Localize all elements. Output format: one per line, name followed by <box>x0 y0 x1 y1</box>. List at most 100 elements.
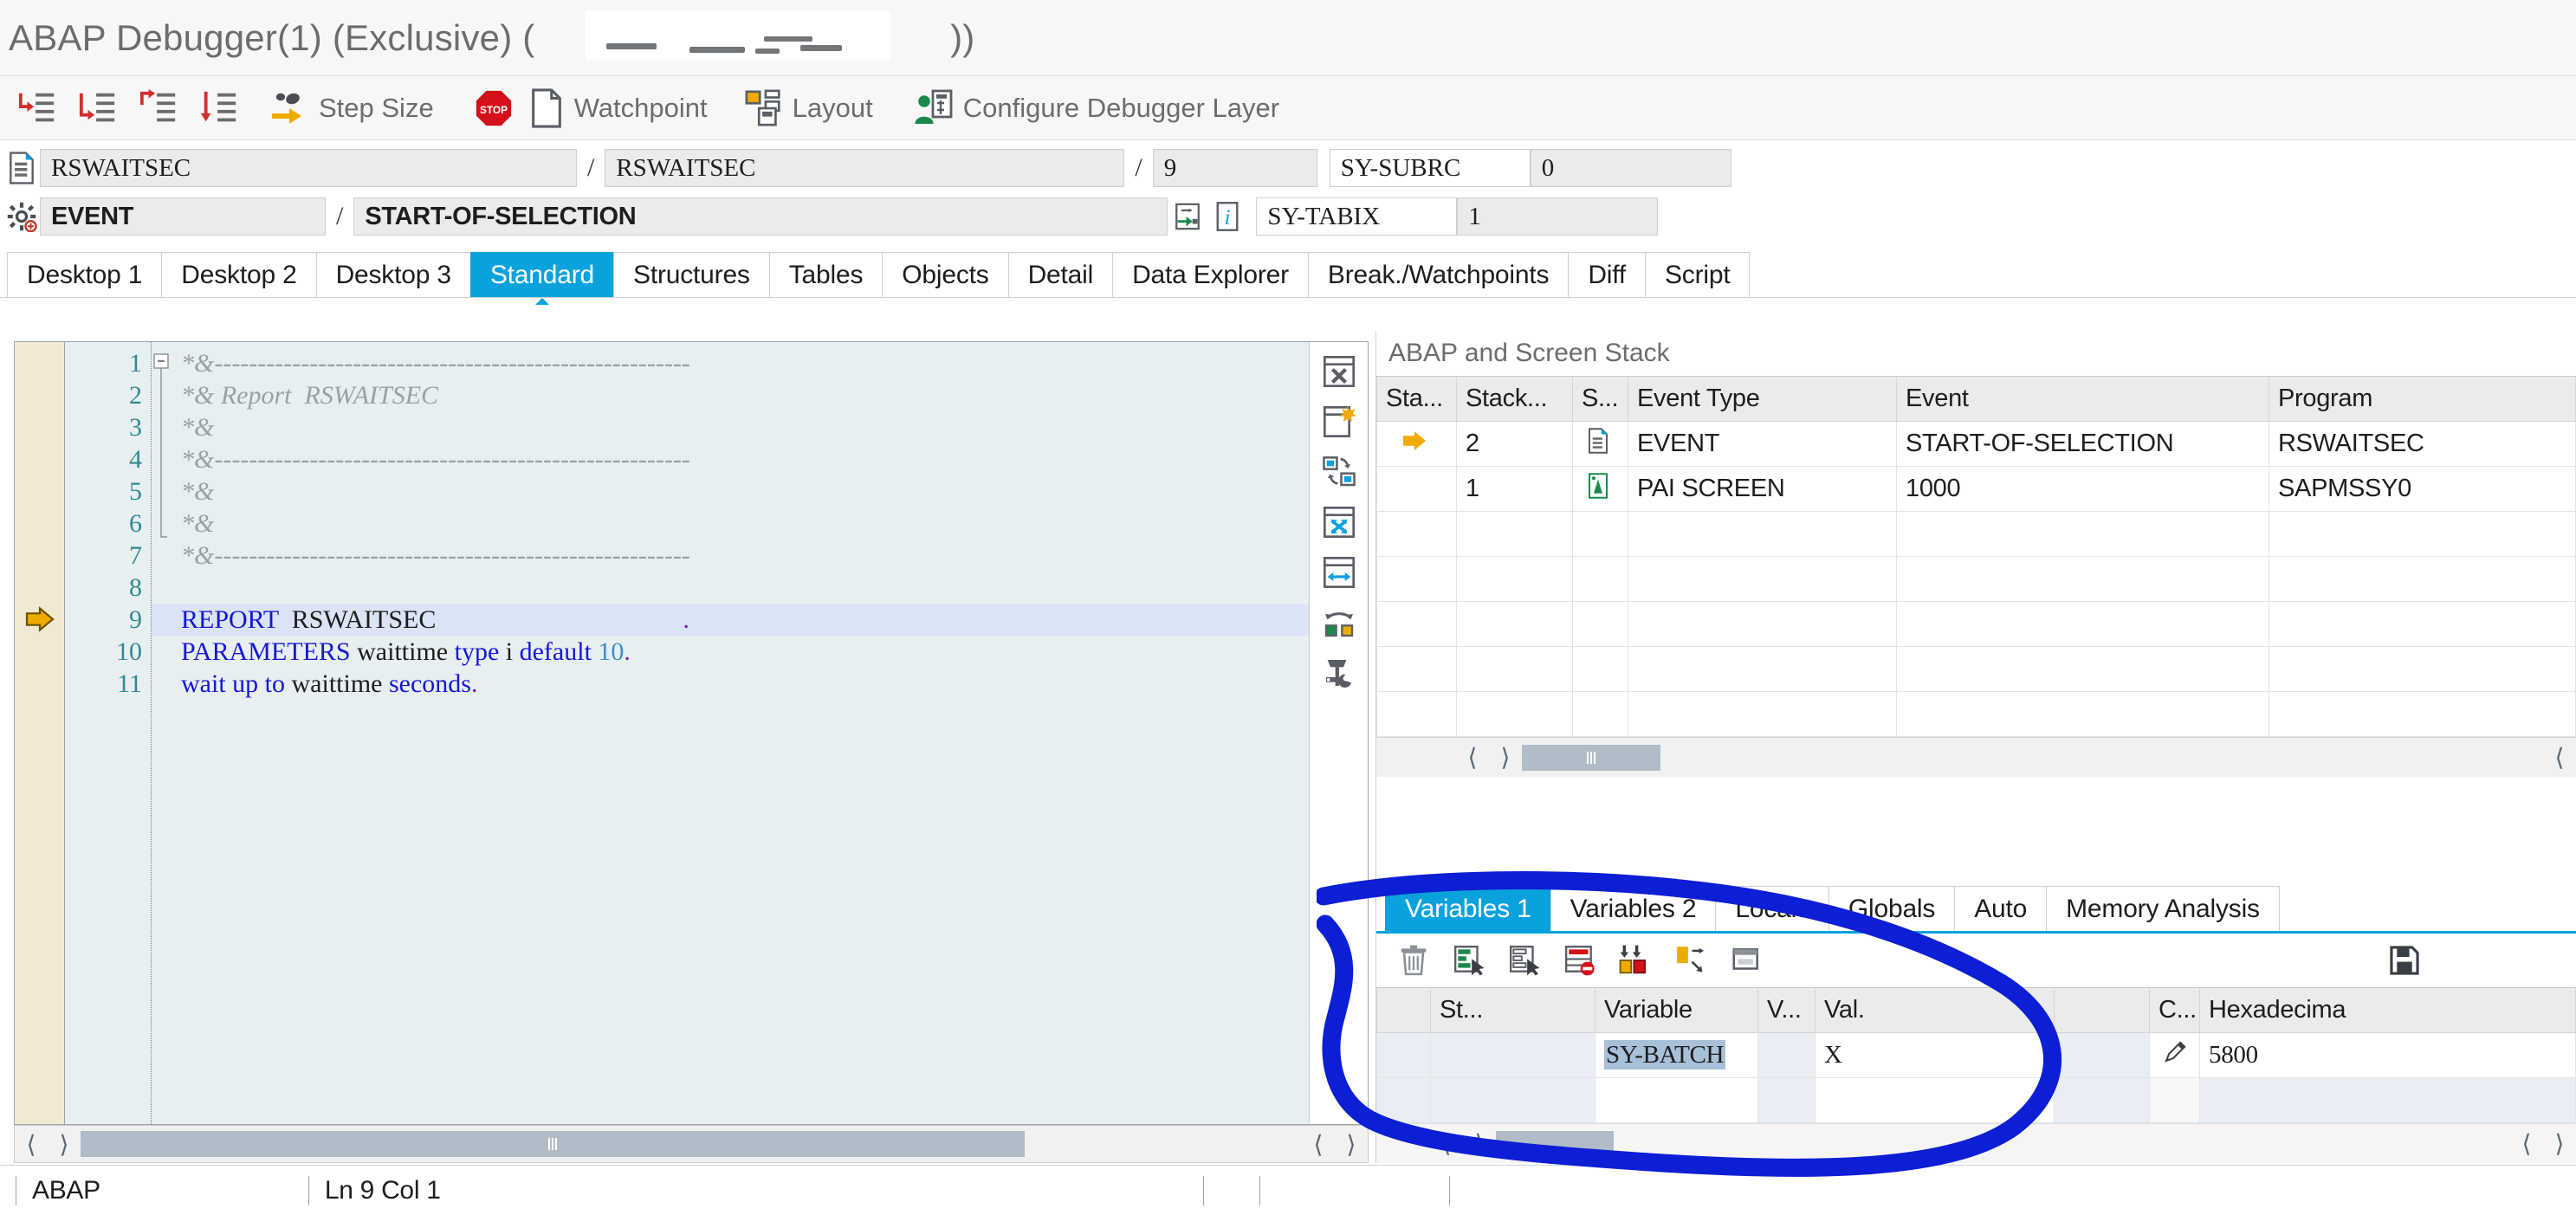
stack-scrollbar-track[interactable] <box>1522 744 2543 771</box>
var-col-hex[interactable]: Hexadecima <box>2199 987 2576 1033</box>
info-button[interactable]: i <box>1207 201 1247 232</box>
stack-col-event[interactable]: Event <box>1896 376 2269 422</box>
include-field[interactable]: RSWAITSEC <box>605 149 1125 187</box>
toggle-colors-icon[interactable] <box>1322 605 1356 640</box>
step-into-button[interactable] <box>7 82 68 134</box>
paste-icon[interactable] <box>1730 944 1763 977</box>
scrollbar-track[interactable] <box>81 1131 1302 1157</box>
resize-width-icon[interactable] <box>1322 555 1356 590</box>
configure-debugger-layer-button[interactable]: Configure Debugger Layer <box>883 82 1290 134</box>
swap-windows-icon[interactable] <box>1322 455 1356 489</box>
tab-standard[interactable]: Standard <box>469 252 615 305</box>
code-line[interactable] <box>152 572 1309 604</box>
stack-col-event-type[interactable]: Event Type <box>1628 376 1897 422</box>
scroll-right-icon[interactable]: ⟩ <box>48 1130 81 1159</box>
tab-structures[interactable]: Structures <box>613 252 770 297</box>
stack-col-stack[interactable]: Stack... <box>1456 376 1573 422</box>
sort-icon[interactable] <box>1619 944 1652 977</box>
code-line[interactable]: *& <box>152 411 1309 443</box>
event-field[interactable]: START-OF-SELECTION <box>353 197 1168 236</box>
goto-button[interactable] <box>1168 202 1207 231</box>
code-line[interactable]: *& <box>152 475 1309 507</box>
code-line[interactable]: wait up to waittime seconds. <box>152 668 1309 700</box>
scroll-page-left-icon[interactable]: ⟨ <box>1302 1130 1335 1159</box>
stack-scroll-page-left-icon[interactable]: ⟨ <box>2543 743 2576 772</box>
new-window-icon[interactable] <box>1322 404 1356 439</box>
var-scroll-left-icon[interactable]: ⟨ <box>1430 1129 1463 1158</box>
scrollbar-thumb[interactable] <box>81 1131 1025 1157</box>
table-row[interactable] <box>1376 556 2576 602</box>
event-type-field[interactable]: EVENT <box>40 197 326 236</box>
var-scrollbar-thumb[interactable] <box>1496 1130 1614 1157</box>
var-scroll-page-right-icon[interactable]: ⟩ <box>2543 1129 2576 1158</box>
move-icon[interactable] <box>1674 944 1707 977</box>
table-row[interactable] <box>1376 1077 2576 1123</box>
stack-scroll-right-icon[interactable]: ⟩ <box>1489 743 1522 772</box>
watchpoint-button[interactable]: STOP Watchpoint <box>444 82 718 134</box>
table-row[interactable] <box>1376 691 2576 737</box>
var-scroll-right-icon[interactable]: ⟩ <box>1463 1129 1496 1158</box>
tab-locals[interactable]: Locals <box>1715 886 1829 931</box>
table-row[interactable]: 2 EVENT START-OF-SELECTION RSWAITSEC <box>1376 421 2576 467</box>
delete-icon[interactable] <box>1397 944 1430 977</box>
tab-desktop-2[interactable]: Desktop 2 <box>161 252 317 297</box>
tab-break-watchpoints[interactable]: Break./Watchpoints <box>1307 252 1570 297</box>
tab-script[interactable]: Script <box>1644 252 1751 297</box>
code-line[interactable]: REPORT RSWAITSEC . <box>152 604 1309 636</box>
var-cell-c-2[interactable] <box>2149 1077 2200 1123</box>
close-window-icon[interactable] <box>1322 354 1356 389</box>
code-text-area[interactable]: *&--------------------------------------… <box>152 342 1309 1124</box>
tab-data-explorer[interactable]: Data Explorer <box>1112 252 1309 297</box>
scroll-page-right-icon[interactable]: ⟩ <box>1335 1130 1368 1159</box>
editor-horizontal-scrollbar[interactable]: ⟨ ⟩ ⟨ ⟩ <box>14 1125 1369 1163</box>
tab-variables-2[interactable]: Variables 2 <box>1550 886 1717 931</box>
var-col-v[interactable]: V... <box>1757 987 1815 1033</box>
tab-diff[interactable]: Diff <box>1568 252 1646 297</box>
stack-col-status[interactable]: Sta... <box>1376 376 1457 422</box>
breakpoint-gutter[interactable] <box>15 342 65 1124</box>
step-over-button[interactable] <box>68 82 128 134</box>
tab-detail[interactable]: Detail <box>1007 252 1114 297</box>
table-row[interactable] <box>1376 646 2576 692</box>
layout-button[interactable]: Layout <box>718 82 883 134</box>
program-field[interactable]: RSWAITSEC <box>40 149 577 187</box>
stack-scroll-left-icon[interactable]: ⟨ <box>1456 743 1489 772</box>
tab-globals[interactable]: Globals <box>1828 886 1956 931</box>
maximize-icon[interactable] <box>1322 505 1356 540</box>
tools-icon[interactable] <box>1322 656 1356 690</box>
code-line[interactable]: PARAMETERS waittime type i default 10. <box>152 636 1309 668</box>
delete-row-icon[interactable] <box>1563 944 1596 977</box>
code-line[interactable]: *& <box>152 507 1309 540</box>
continue-button[interactable] <box>189 82 249 134</box>
code-line[interactable]: *&--------------------------------------… <box>152 347 1309 379</box>
insert-row-icon[interactable] <box>1453 944 1485 977</box>
tab-desktop-1[interactable]: Desktop 1 <box>7 252 163 297</box>
tab-auto[interactable]: Auto <box>1954 886 2048 931</box>
code-line[interactable]: *&--------------------------------------… <box>152 443 1309 475</box>
stack-col-s[interactable]: S... <box>1572 376 1628 422</box>
var-scrollbar-track[interactable] <box>1496 1130 2510 1157</box>
stack-col-program[interactable]: Program <box>2269 376 2576 422</box>
edit-pencil-icon[interactable] <box>2162 1039 2188 1065</box>
step-size-button[interactable]: Step Size <box>249 82 444 134</box>
tab-memory-analysis[interactable]: Memory Analysis <box>2046 886 2280 931</box>
step-return-button[interactable] <box>128 82 189 134</box>
var-scroll-page-left-icon[interactable]: ⟨ <box>2510 1129 2543 1158</box>
scroll-left-icon[interactable]: ⟨ <box>15 1130 48 1159</box>
table-row[interactable]: SY-BATCH X 5800 <box>1376 1032 2576 1078</box>
tab-tables[interactable]: Tables <box>768 252 883 297</box>
line-number-field[interactable]: 9 <box>1152 149 1317 187</box>
stack-scrollbar-thumb[interactable] <box>1522 744 1660 771</box>
tab-objects[interactable]: Objects <box>882 252 1009 297</box>
save-icon[interactable] <box>2388 944 2421 977</box>
table-row[interactable] <box>1376 511 2576 557</box>
tab-desktop-3[interactable]: Desktop 3 <box>315 252 471 297</box>
var-cell-variable[interactable]: SY-BATCH <box>1595 1032 1758 1078</box>
var-col-val[interactable]: Val. <box>1815 987 2055 1033</box>
var-col-c[interactable]: C... <box>2149 987 2200 1033</box>
var-col-st[interactable]: St... <box>1430 987 1595 1033</box>
table-row[interactable] <box>1376 601 2576 647</box>
code-line[interactable]: *& Report RSWAITSEC <box>152 379 1309 411</box>
copy-row-icon[interactable] <box>1508 944 1541 977</box>
variables-table[interactable]: St... Variable V... Val. C... Hexadecima… <box>1376 987 2576 1123</box>
